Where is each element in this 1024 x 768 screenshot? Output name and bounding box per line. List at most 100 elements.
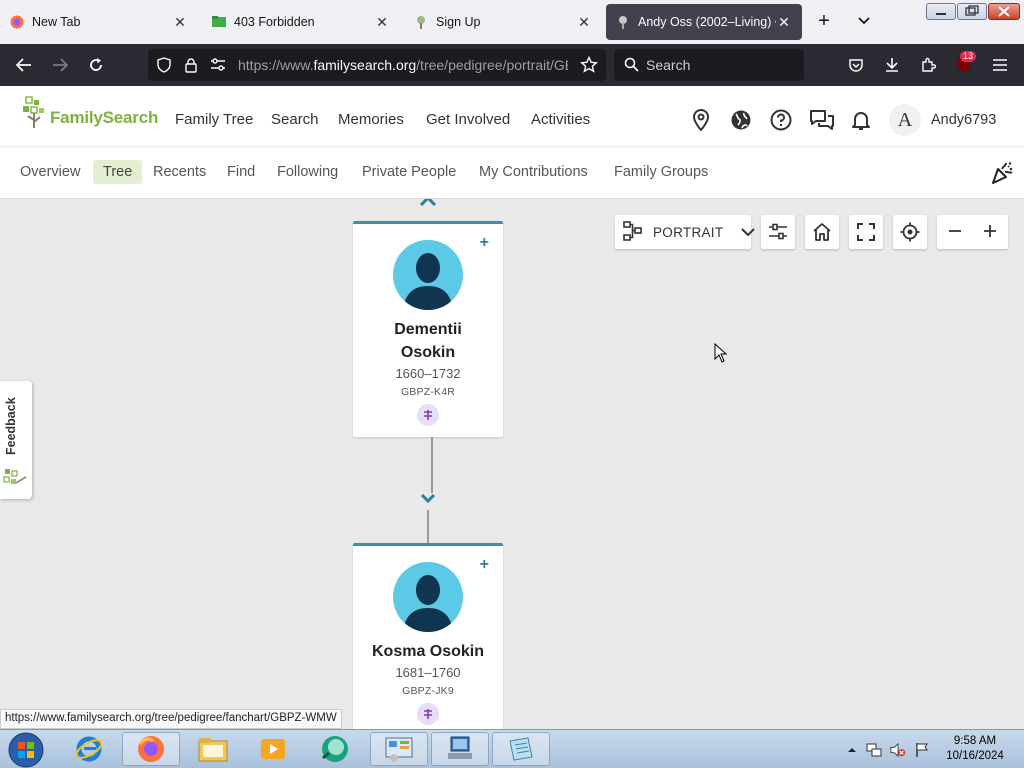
folder-icon	[212, 15, 226, 29]
volume-muted-icon[interactable]	[890, 742, 906, 758]
action-center-flag-icon[interactable]	[914, 742, 930, 758]
familysearch-logo[interactable]: FamilySearch	[22, 96, 158, 130]
tab-sign-up[interactable]: Sign Up ✕	[404, 4, 602, 40]
system-clock[interactable]: 9:58 AM 10/16/2024	[940, 734, 1010, 764]
tab-title: New Tab	[32, 15, 81, 29]
familysearch-tree-logo-icon	[23, 96, 44, 128]
username[interactable]: Andy6793	[931, 112, 996, 128]
downloads-icon[interactable]	[878, 52, 906, 78]
nav-memories[interactable]: Memories	[338, 111, 404, 128]
tab-403-forbidden[interactable]: 403 Forbidden ✕	[202, 4, 400, 40]
taskbar-remote-desktop[interactable]	[431, 732, 489, 766]
close-window-button[interactable]	[988, 3, 1020, 20]
globe-icon[interactable]	[729, 108, 753, 132]
person-card[interactable]: + Kosma Osokin 1681–1760 GBPZ-JK9	[353, 543, 503, 729]
permissions-icon[interactable]	[210, 58, 226, 75]
view-mode-dropdown[interactable]: PORTRAIT	[615, 215, 756, 249]
person-lifespan: 1681–1760	[395, 665, 461, 680]
subnav-family-groups[interactable]: Family Groups	[604, 160, 718, 184]
clock-date: 10/16/2024	[946, 750, 1004, 762]
lock-icon[interactable]	[184, 57, 198, 76]
chevron-down-icon	[741, 225, 756, 240]
subnav-recents[interactable]: Recents	[143, 160, 216, 184]
search-bar[interactable]: Search	[614, 49, 804, 81]
subnav-my-contributions[interactable]: My Contributions	[469, 160, 598, 184]
url-bar[interactable]: https://www.familysearch.org/tree/pedigr…	[148, 49, 606, 81]
reload-icon[interactable]	[82, 52, 110, 78]
forward-arrow-icon[interactable]	[46, 52, 74, 78]
subnav-tree[interactable]: Tree	[93, 160, 143, 184]
nav-get-involved[interactable]: Get Involved	[426, 111, 510, 128]
subnav-find[interactable]: Find	[217, 160, 265, 184]
subnav-overview[interactable]: Overview	[10, 160, 90, 184]
research-suggestion-signpost-icon[interactable]	[417, 703, 439, 725]
new-tab-plus-icon[interactable]: +	[812, 10, 836, 34]
home-person-button[interactable]	[805, 215, 839, 249]
taskbar-control-panel[interactable]	[370, 732, 428, 766]
back-arrow-icon[interactable]	[10, 52, 38, 78]
show-hidden-icons-arrow-icon[interactable]	[844, 742, 860, 758]
list-all-tabs-chevron-icon[interactable]	[852, 10, 876, 34]
nav-search[interactable]: Search	[271, 111, 319, 128]
feedback-tab[interactable]: Feedback	[0, 381, 32, 499]
windows-start-orb-icon	[8, 732, 44, 768]
restore-window-button[interactable]	[957, 3, 987, 20]
zoom-out-minus-icon[interactable]	[948, 224, 962, 241]
tab-title: Andy Oss (2002–Living) • S	[638, 15, 776, 29]
expand-ancestors-chevron-up-icon[interactable]	[419, 199, 437, 210]
nav-family-tree[interactable]: Family Tree	[175, 111, 253, 128]
pocket-icon[interactable]	[842, 52, 870, 78]
taskbar-file-explorer[interactable]	[184, 732, 242, 766]
close-tab-icon[interactable]: ✕	[374, 14, 390, 31]
extension-count-badge: 13	[960, 51, 977, 62]
celebration-party-popper-icon[interactable]	[990, 161, 1014, 188]
notifications-bell-icon[interactable]	[849, 108, 873, 132]
add-person-plus-icon[interactable]: +	[480, 234, 489, 252]
view-mode-label: PORTRAIT	[653, 224, 724, 240]
subnav-following[interactable]: Following	[267, 160, 348, 184]
search-icon	[624, 57, 639, 75]
person-name: Kosma Osokin	[371, 643, 485, 660]
recenter-button[interactable]	[893, 215, 927, 249]
pedigree-canvas[interactable]: + Dementii Osokin 1660–1732 GBPZ-K4R + K…	[0, 199, 1024, 729]
messages-chat-icon[interactable]	[808, 108, 836, 132]
tree-settings-sliders-button[interactable]	[761, 215, 795, 249]
close-tab-icon[interactable]: ✕	[576, 14, 592, 31]
tab-andy-oss[interactable]: Andy Oss (2002–Living) • S ✕	[606, 4, 802, 40]
taskbar-firefox[interactable]	[122, 732, 180, 766]
user-avatar[interactable]: A	[889, 104, 921, 136]
url-text: https://www.familysearch.org/tree/pedigr…	[238, 57, 568, 73]
close-tab-icon[interactable]: ✕	[172, 14, 188, 31]
menu-hamburger-icon[interactable]	[986, 52, 1014, 78]
start-button[interactable]	[4, 731, 48, 768]
minimize-window-button[interactable]	[926, 3, 956, 20]
zoom-controls	[937, 215, 1008, 249]
clock-time: 9:58 AM	[953, 735, 997, 747]
fullscreen-button[interactable]	[849, 215, 883, 249]
tracking-shield-icon[interactable]	[156, 57, 172, 76]
familysearch-tree-icon	[616, 15, 630, 29]
tab-new-tab[interactable]: New Tab ✕	[0, 4, 198, 40]
network-tray-icon[interactable]	[866, 742, 882, 758]
research-suggestion-signpost-icon[interactable]	[417, 404, 439, 426]
taskbar-notepad[interactable]	[492, 732, 550, 766]
taskbar-app[interactable]	[306, 732, 364, 766]
close-tab-icon[interactable]: ✕	[776, 14, 792, 31]
extensions-puzzle-icon[interactable]	[914, 52, 942, 78]
add-person-plus-icon[interactable]: +	[480, 556, 489, 574]
person-card[interactable]: + Dementii Osokin 1660–1732 GBPZ-K4R	[353, 221, 503, 437]
nav-activities[interactable]: Activities	[531, 111, 590, 128]
subnav-private-people[interactable]: Private People	[352, 160, 466, 184]
taskbar-media-player[interactable]	[244, 732, 302, 766]
taskbar-internet-explorer[interactable]	[60, 732, 118, 766]
bookmark-star-icon[interactable]	[580, 55, 598, 77]
zoom-in-plus-icon[interactable]	[983, 224, 997, 241]
help-question-icon[interactable]	[769, 108, 793, 132]
location-pin-icon[interactable]	[689, 108, 713, 132]
teal-app-icon	[322, 736, 348, 762]
link-status-tooltip: https://www.familysearch.org/tree/pedigr…	[0, 709, 342, 729]
expand-chevron-down-icon[interactable]	[420, 492, 436, 507]
feedback-label: Feedback	[4, 397, 18, 455]
search-placeholder: Search	[646, 57, 691, 73]
person-id: GBPZ-JK9	[402, 685, 454, 697]
